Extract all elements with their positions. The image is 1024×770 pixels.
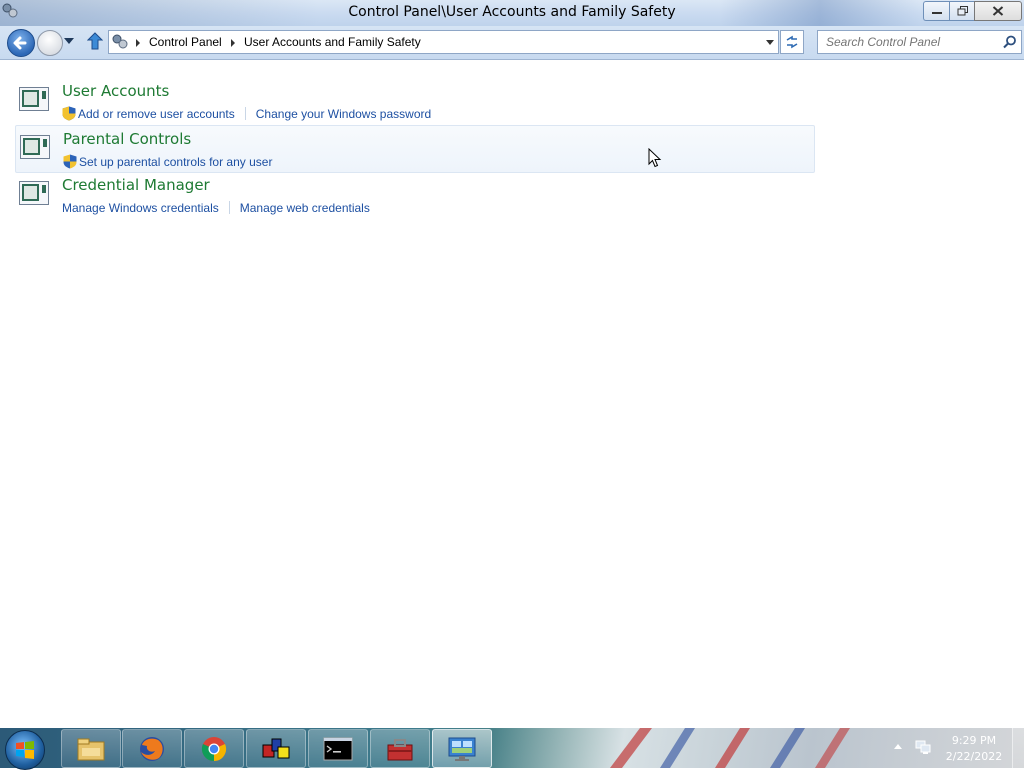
- mouse-cursor-icon: [648, 148, 662, 168]
- control-panel-icon: [448, 737, 476, 761]
- window-title: Control Panel\User Accounts and Family S…: [348, 4, 676, 20]
- control-panel-icon: [112, 34, 128, 49]
- minimize-button[interactable]: [923, 1, 950, 21]
- user-accounts-icon[interactable]: [19, 87, 49, 111]
- refresh-button[interactable]: [780, 30, 804, 54]
- restore-button[interactable]: [949, 1, 976, 21]
- manage-windows-credentials-link[interactable]: Manage Windows credentials: [62, 201, 219, 215]
- user-accounts-links: Add or remove user accounts Change your W…: [62, 105, 431, 121]
- taskbar-file-explorer[interactable]: [61, 729, 121, 768]
- command-prompt-icon: [323, 737, 353, 760]
- taskbar-wallpaper-pattern: [610, 728, 850, 768]
- parental-controls-icon[interactable]: [20, 135, 50, 159]
- restore-icon: [957, 6, 968, 16]
- up-arrow-icon[interactable]: [87, 32, 103, 50]
- clock-date: 2/22/2022: [945, 750, 1003, 763]
- system-clock[interactable]: 9:29 PM 2/22/2022: [940, 733, 1008, 765]
- back-button[interactable]: [7, 29, 35, 57]
- manage-web-credentials-link[interactable]: Manage web credentials: [240, 201, 370, 215]
- search-input[interactable]: [824, 34, 998, 50]
- uac-shield-icon: [62, 106, 76, 121]
- parental-controls-title[interactable]: Parental Controls: [63, 130, 191, 148]
- minimize-icon: [932, 12, 942, 14]
- user-accounts-title[interactable]: User Accounts: [62, 82, 169, 100]
- content-area: User Accounts Add or remove user account…: [0, 60, 1024, 728]
- taskbar-control-panel[interactable]: [432, 729, 492, 768]
- credential-manager-links: Manage Windows credentials Manage web cre…: [62, 199, 370, 215]
- network-icon[interactable]: [915, 739, 931, 755]
- recent-pages-dropdown-icon[interactable]: [64, 38, 74, 44]
- uac-shield-icon: [63, 154, 77, 169]
- address-dropdown-icon[interactable]: [766, 40, 774, 45]
- address-bar[interactable]: Control Panel User Accounts and Family S…: [108, 30, 779, 54]
- clock-time: 9:29 PM: [951, 734, 997, 747]
- link-separator: [228, 201, 230, 215]
- firefox-icon: [140, 736, 164, 761]
- breadcrumb-separator-icon[interactable]: [231, 39, 235, 47]
- refresh-icon: [786, 35, 798, 49]
- category-user-accounts: User Accounts Add or remove user account…: [15, 78, 813, 124]
- taskbar-app-colored-boxes[interactable]: [246, 729, 306, 768]
- navigation-bar: Control Panel User Accounts and Family S…: [0, 26, 1024, 60]
- close-button[interactable]: [974, 1, 1022, 21]
- category-credential-manager: Credential Manager Manage Windows creden…: [15, 172, 813, 218]
- taskbar-command-prompt[interactable]: [308, 729, 368, 768]
- chrome-icon: [201, 736, 227, 761]
- search-box[interactable]: [817, 30, 1022, 54]
- taskbar-chrome[interactable]: [184, 729, 244, 768]
- taskbar-toolbox-app[interactable]: [370, 729, 430, 768]
- link-separator: [244, 107, 246, 121]
- set-up-parental-controls-link[interactable]: Set up parental controls for any user: [79, 155, 272, 169]
- file-explorer-icon: [77, 738, 105, 760]
- windows-logo-icon: [16, 741, 34, 759]
- title-bar[interactable]: Control Panel\User Accounts and Family S…: [0, 0, 1024, 26]
- app-red-blue-yellow-icon: [262, 738, 290, 758]
- back-arrow-icon: [13, 36, 27, 50]
- show-hidden-icons-button[interactable]: [894, 744, 902, 749]
- breadcrumb-user-accounts-family-safety[interactable]: User Accounts and Family Safety: [244, 35, 421, 49]
- search-icon[interactable]: [1003, 35, 1017, 49]
- taskbar: 9:29 PM 2/22/2022: [0, 728, 1024, 770]
- show-desktop-button[interactable]: [1012, 728, 1024, 768]
- change-windows-password-link[interactable]: Change your Windows password: [256, 107, 431, 121]
- breadcrumb-separator-icon[interactable]: [136, 39, 140, 47]
- start-button[interactable]: [5, 730, 45, 770]
- parental-controls-links: Set up parental controls for any user: [63, 153, 272, 169]
- credential-manager-icon[interactable]: [19, 181, 49, 205]
- close-icon: [992, 6, 1004, 16]
- add-remove-user-accounts-link[interactable]: Add or remove user accounts: [78, 107, 235, 121]
- forward-button[interactable]: [37, 30, 63, 56]
- toolbox-icon: [387, 738, 413, 760]
- category-parental-controls[interactable]: Parental Controls Set up parental contro…: [15, 125, 815, 173]
- credential-manager-title[interactable]: Credential Manager: [62, 176, 210, 194]
- taskbar-firefox[interactable]: [122, 729, 182, 768]
- breadcrumb-control-panel[interactable]: Control Panel: [149, 35, 222, 49]
